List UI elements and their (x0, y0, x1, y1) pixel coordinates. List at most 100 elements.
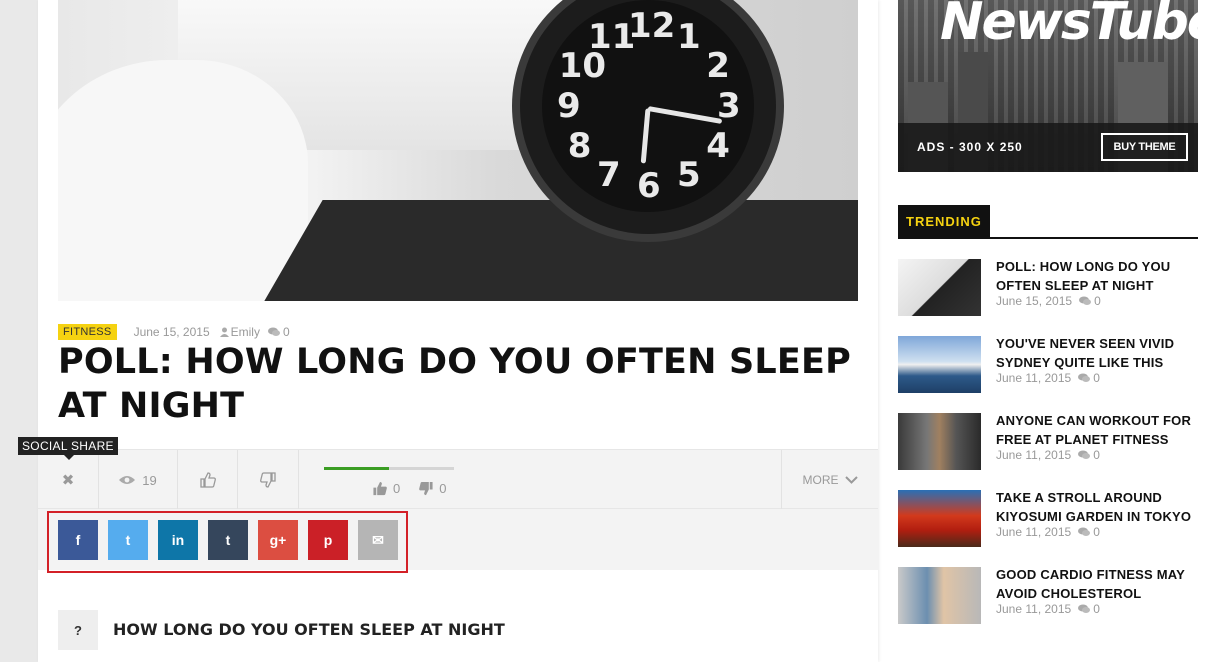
trending-thumbnail[interactable] (898, 490, 981, 547)
twitter-share-button[interactable]: t (108, 520, 148, 560)
post-meta: FITNESS June 15, 2015 Emily 0 (58, 323, 290, 341)
clock-face: 12 1 2 3 4 5 6 7 8 9 10 11 (542, 0, 754, 212)
trending-item-comments[interactable]: 0 (1078, 371, 1100, 385)
author-name: Emily (230, 325, 260, 339)
google-plus-icon: g+ (269, 532, 287, 548)
trending-header: TRENDING (898, 205, 1198, 239)
trending-comments-count: 0 (1093, 448, 1100, 462)
pinterest-icon: p (323, 532, 333, 548)
trending-item[interactable]: TAKE A STROLL AROUND KIYOSUMI GARDEN IN … (898, 490, 1198, 550)
eye-icon (119, 476, 136, 484)
trending-item-comments[interactable]: 0 (1078, 448, 1100, 462)
trending-comments-count: 0 (1093, 371, 1100, 385)
views-counter: 19 (99, 450, 178, 510)
more-label: MORE (802, 473, 839, 487)
close-icon: ✖ (61, 472, 75, 489)
page-gutter (0, 0, 38, 662)
pinterest-share-button[interactable]: p (308, 520, 348, 560)
trending-thumbnail[interactable] (898, 259, 981, 316)
google-plus-share-button[interactable]: g+ (258, 520, 298, 560)
vote-meter: 0 0 (324, 467, 454, 496)
twitter-icon: t (125, 532, 131, 548)
thumbs-up-icon (199, 472, 216, 488)
dislike-count-value: 0 (439, 481, 447, 496)
trending-item[interactable]: YOU'VE NEVER SEEN VIVID SYDNEY QUITE LIK… (898, 336, 1198, 396)
clock-numeral: 2 (706, 46, 730, 86)
views-count: 19 (142, 472, 157, 488)
linkedin-share-button[interactable]: in (158, 520, 198, 560)
trending-item-title[interactable]: POLL: HOW LONG DO YOU OFTEN SLEEP AT NIG… (996, 257, 1201, 295)
trending-item-meta: June 11, 2015 0 (996, 371, 1100, 385)
trending-title: TRENDING (898, 205, 990, 237)
buy-theme-button[interactable]: BUY THEME (1101, 133, 1188, 161)
clock-numeral: 8 (567, 126, 592, 166)
ad-strip: ADS - 300 X 250 BUY THEME (898, 123, 1198, 172)
comments-icon (1078, 450, 1091, 459)
trending-item-comments[interactable]: 0 (1078, 602, 1100, 616)
trending-thumbnail[interactable] (898, 413, 981, 470)
hero-pillow (58, 60, 308, 301)
post-comments[interactable]: 0 (267, 325, 290, 339)
tumblr-icon: t (225, 532, 231, 548)
trending-item-comments[interactable]: 0 (1079, 294, 1101, 308)
like-count-value: 0 (393, 481, 401, 496)
clock-numeral: 9 (557, 86, 581, 126)
trending-thumbnail[interactable] (898, 567, 981, 624)
clock-numeral: 11 (588, 16, 636, 57)
article-column: 12 1 2 3 4 5 6 7 8 9 10 11 FITNESS June 15, 2015 Em… (18, 0, 878, 662)
like-count[interactable]: 0 (372, 481, 400, 496)
trending-item-comments[interactable]: 0 (1078, 525, 1100, 539)
trending-item-date: June 15, 2015 (996, 294, 1073, 308)
post-title: POLL: HOW LONG DO YOU OFTEN SLEEP AT NIG… (58, 342, 851, 426)
poll-question: HOW LONG DO YOU OFTEN SLEEP AT NIGHT (113, 620, 505, 639)
hero-mat (253, 200, 858, 301)
thumbs-up-solid-icon (373, 481, 387, 496)
featured-image[interactable]: 12 1 2 3 4 5 6 7 8 9 10 11 (58, 0, 858, 301)
trending-item-meta: June 11, 2015 0 (996, 525, 1100, 539)
trending-item[interactable]: ANYONE CAN WORKOUT FOR FREE AT PLANET FI… (898, 413, 1198, 473)
trending-comments-count: 0 (1094, 294, 1101, 308)
trending-item-date: June 11, 2015 (996, 525, 1072, 539)
trending-item-title[interactable]: TAKE A STROLL AROUND KIYOSUMI GARDEN IN … (996, 488, 1201, 526)
trending-comments-count: 0 (1093, 602, 1100, 616)
comments-icon (1078, 527, 1091, 536)
facebook-share-button[interactable]: f (58, 520, 98, 560)
post-author[interactable]: Emily (219, 325, 260, 339)
vote-counts: 0 0 (372, 481, 446, 496)
poll-marker: ? (58, 610, 98, 650)
trending-comments-count: 0 (1093, 525, 1100, 539)
clock-numeral: 1 (677, 16, 701, 57)
trending-item-meta: June 11, 2015 0 (996, 602, 1100, 616)
ad-banner[interactable]: NewsTube ADS - 300 X 250 BUY THEME (898, 0, 1198, 172)
social-share-row: f t in t g+ p ✉ (38, 509, 878, 573)
more-button[interactable]: MORE (781, 450, 878, 510)
tumblr-share-button[interactable]: t (208, 520, 248, 560)
clock-hand (640, 108, 651, 164)
ad-logo: NewsTube (940, 0, 1198, 52)
trending-item-date: June 11, 2015 (996, 602, 1072, 616)
trending-item-title[interactable]: YOU'VE NEVER SEEN VIVID SYDNEY QUITE LIK… (996, 334, 1201, 372)
linkedin-icon: in (171, 532, 185, 548)
dislike-count[interactable]: 0 (418, 481, 446, 496)
clock-hand (647, 106, 723, 124)
trending-item-date: June 11, 2015 (996, 371, 1072, 385)
like-button[interactable] (178, 450, 238, 510)
facebook-icon: f (75, 532, 81, 548)
comments-icon (1078, 373, 1091, 382)
thumbs-down-solid-icon (419, 481, 433, 496)
trending-item[interactable]: POLL: HOW LONG DO YOU OFTEN SLEEP AT NIG… (898, 259, 1198, 319)
dislike-button[interactable] (238, 450, 299, 510)
trending-item-title[interactable]: GOOD CARDIO FITNESS MAY AVOID CHOLESTERO… (996, 565, 1201, 603)
trending-thumbnail[interactable] (898, 336, 981, 393)
clock-numeral: 7 (597, 155, 621, 196)
email-share-button[interactable]: ✉ (358, 520, 398, 560)
trending-item-date: June 11, 2015 (996, 448, 1072, 462)
post-date: June 15, 2015 (133, 325, 210, 339)
trending-item-meta: June 11, 2015 0 (996, 448, 1100, 462)
vote-track (324, 467, 454, 470)
comments-count: 0 (282, 325, 290, 339)
thumbs-down-icon (260, 472, 276, 488)
trending-item-title[interactable]: ANYONE CAN WORKOUT FOR FREE AT PLANET FI… (996, 411, 1201, 449)
trending-item[interactable]: GOOD CARDIO FITNESS MAY AVOID CHOLESTERO… (898, 567, 1198, 627)
category-badge[interactable]: FITNESS (58, 324, 117, 340)
